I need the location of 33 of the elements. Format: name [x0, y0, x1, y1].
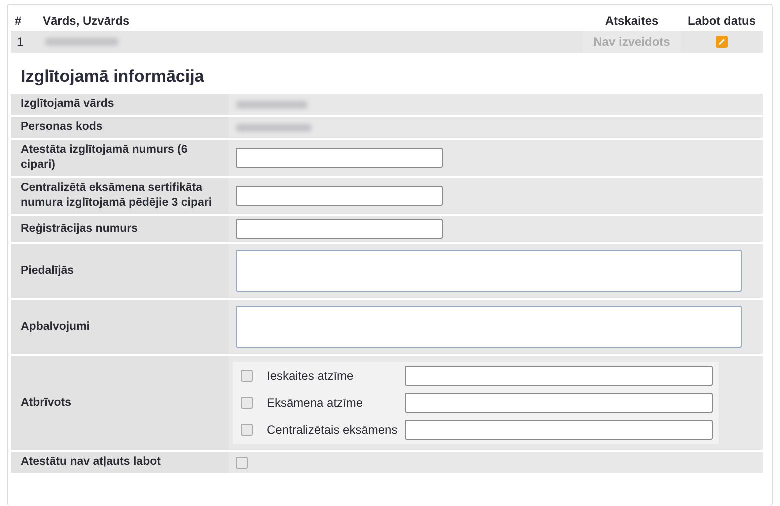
checkbox-label: Eksāmena atzīme — [266, 396, 364, 410]
redacted-text — [236, 100, 308, 108]
input-field[interactable] — [236, 219, 443, 239]
field-label: Atestāta izglītojamā numurs (6 cipari) — [21, 143, 189, 173]
input-field[interactable] — [405, 393, 713, 413]
table-cell: Nav izveidots — [583, 31, 681, 53]
column-header: Atskaites — [604, 13, 660, 30]
table-cell: 1 — [11, 31, 39, 53]
field-label: Personas kods — [21, 120, 103, 135]
column-header: # — [14, 13, 23, 30]
edit-icon[interactable] — [716, 36, 728, 48]
input-field[interactable] — [236, 148, 443, 168]
checkbox[interactable] — [241, 370, 253, 382]
text-area[interactable] — [236, 250, 742, 292]
input-field[interactable] — [405, 420, 713, 440]
field-label: Apbalvojumi — [21, 320, 90, 334]
column-header: Labot datus — [687, 13, 757, 30]
field-label: Atbrīvots — [21, 396, 72, 410]
field-label: Reģistrācijas numurs — [21, 222, 138, 236]
section-title: Izglītojamā informācija — [21, 67, 206, 87]
checkbox[interactable] — [241, 424, 253, 436]
field-label: Piedalījās — [21, 264, 74, 278]
column-header: Vārds, Uzvārds — [42, 13, 131, 30]
field-label: Izglītojamā vārds — [21, 97, 114, 112]
input-field[interactable] — [236, 186, 443, 206]
checkbox[interactable] — [241, 397, 253, 409]
checkbox-label: Ieskaites atzīme — [266, 369, 355, 383]
checkbox[interactable] — [236, 456, 248, 468]
checkbox-label: Centralizētais eksāmens — [266, 423, 399, 437]
field-label: Centralizētā eksāmena sertifikāta numura izglītojamā pēdējie 3 cipari — [21, 181, 214, 211]
field-label: Atestātu nav atļauts labot — [21, 455, 161, 470]
input-field[interactable] — [405, 366, 713, 386]
text-area[interactable] — [236, 306, 742, 348]
